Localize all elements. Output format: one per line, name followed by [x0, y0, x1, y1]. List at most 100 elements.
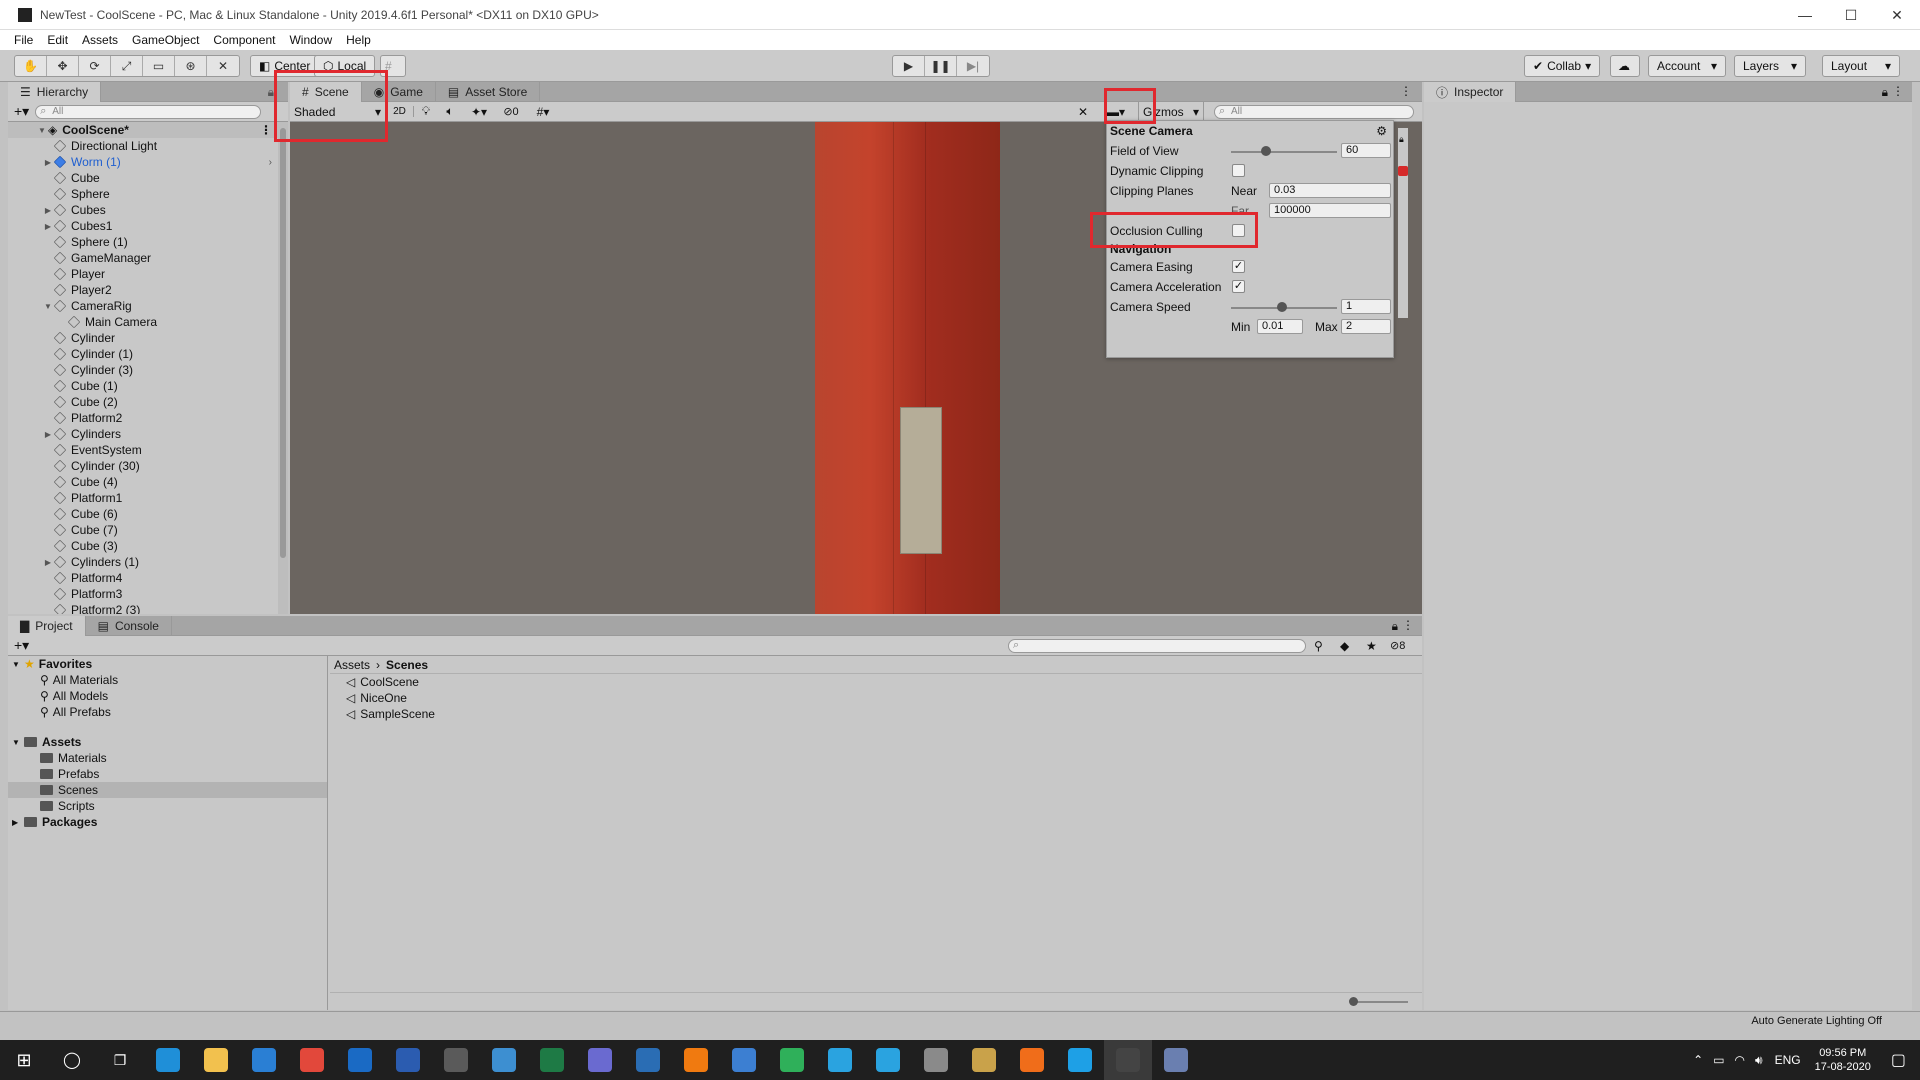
kebab-menu-icon[interactable]: ⋮ — [1400, 84, 1412, 98]
field-of-view-input[interactable]: 60 — [1341, 143, 1391, 158]
icon-size-slider-knob[interactable] — [1349, 997, 1358, 1006]
hierarchy-item[interactable]: Cube (3) — [8, 538, 278, 554]
wifi-icon[interactable]: ◠ — [1735, 1053, 1745, 1067]
hierarchy-item[interactable]: Sphere — [8, 186, 278, 202]
hierarchy-item[interactable]: Platform4 — [8, 570, 278, 586]
kebab-menu-icon[interactable]: ⋮ — [1892, 84, 1904, 98]
hierarchy-item[interactable]: Player2 — [8, 282, 278, 298]
taskbar-app-button[interactable] — [1056, 1040, 1104, 1080]
far-clip-input[interactable]: 100000 — [1269, 203, 1391, 218]
grid-dropdown-icon[interactable]: #▾ — [526, 105, 560, 119]
taskbar-app-button[interactable] — [384, 1040, 432, 1080]
layout-dropdown[interactable]: Layout ▾ — [1822, 55, 1900, 77]
filter-by-label-icon[interactable]: ◆ — [1340, 639, 1349, 653]
taskbar-app-button[interactable] — [240, 1040, 288, 1080]
taskbar-app-button[interactable] — [144, 1040, 192, 1080]
add-button[interactable]: +▾ — [14, 103, 29, 120]
camera-settings-icon[interactable]: ▬▾ — [1102, 105, 1130, 119]
menu-help[interactable]: Help — [346, 33, 371, 47]
hand-tool-icon[interactable]: ✋ — [15, 56, 47, 76]
hierarchy-item[interactable]: Cube (6) — [8, 506, 278, 522]
filter-by-type-icon[interactable]: ⚲ — [1314, 639, 1323, 653]
tab-hierarchy[interactable]: ☰ Hierarchy — [8, 82, 102, 102]
taskbar-app-button[interactable] — [192, 1040, 240, 1080]
maximize-button[interactable]: ☐ — [1828, 0, 1874, 30]
hierarchy-item[interactable]: ▶ Worm (1) › — [8, 154, 278, 170]
scene-file[interactable]: ◁ CoolScene — [330, 674, 1422, 690]
favorite-star-icon[interactable]: ★ — [1366, 639, 1377, 653]
max-speed-input[interactable]: 2 — [1341, 319, 1391, 334]
effects-dropdown-icon[interactable]: ✦▾ — [462, 105, 496, 119]
start-button[interactable]: ⊞ — [0, 1040, 48, 1080]
kebab-menu-icon[interactable]: ⋮ — [260, 123, 272, 137]
expand-arrow-icon[interactable]: ▶ — [42, 222, 54, 231]
hierarchy-item[interactable]: Cube (7) — [8, 522, 278, 538]
snap-grid-button[interactable]: # — [380, 55, 406, 77]
scene-file[interactable]: ◁ NiceOne — [330, 690, 1422, 706]
dynamic-clipping-checkbox[interactable] — [1232, 164, 1245, 177]
taskbar-app-button[interactable] — [288, 1040, 336, 1080]
tab-game[interactable]: ◉ Game — [362, 82, 436, 102]
menu-edit[interactable]: Edit — [47, 33, 68, 47]
project-search-input[interactable] — [1008, 639, 1306, 653]
hierarchy-item[interactable]: ▶ Cylinders — [8, 426, 278, 442]
step-button[interactable]: ▶| — [957, 56, 989, 76]
favorite-item[interactable]: ⚲ All Models — [8, 688, 327, 704]
scale-tool-icon[interactable]: ⤢ — [111, 56, 143, 76]
hierarchy-search-input[interactable]: All — [35, 104, 262, 119]
2d-toggle[interactable]: 2D — [386, 106, 414, 117]
search-button[interactable]: ◯ — [48, 1040, 96, 1080]
minimize-button[interactable]: — — [1782, 0, 1828, 30]
hierarchy-item[interactable]: Cylinder — [8, 330, 278, 346]
hierarchy-item[interactable]: Cylinder (3) — [8, 362, 278, 378]
camera-speed-slider-knob[interactable] — [1276, 302, 1287, 312]
hierarchy-item[interactable]: Cube — [8, 170, 278, 186]
hierarchy-item[interactable]: Sphere (1) — [8, 234, 278, 250]
taskbar-app-button[interactable] — [1104, 1040, 1152, 1080]
expand-arrow-icon[interactable]: ▼ — [12, 738, 24, 747]
hierarchy-item[interactable]: Main Camera — [8, 314, 278, 330]
tab-scene[interactable]: # Scene — [290, 82, 362, 102]
volume-icon[interactable]: 🔊︎ — [1755, 1053, 1763, 1068]
camera-easing-checkbox[interactable]: ✓ — [1232, 260, 1245, 273]
hierarchy-item[interactable]: Platform1 — [8, 490, 278, 506]
folder-item-selected[interactable]: Scenes — [8, 782, 327, 798]
scene-search-input[interactable]: All — [1214, 105, 1414, 119]
near-clip-input[interactable]: 0.03 — [1269, 183, 1391, 198]
gear-icon[interactable]: ⚙ — [1376, 124, 1387, 138]
move-tool-icon[interactable]: ✥ — [47, 56, 79, 76]
camera-speed-input[interactable]: 1 — [1341, 299, 1391, 314]
hierarchy-item[interactable]: Cube (2) — [8, 394, 278, 410]
taskbar-app-button[interactable] — [528, 1040, 576, 1080]
close-overlay-icon[interactable] — [1398, 166, 1408, 176]
account-dropdown[interactable]: Account ▾ — [1648, 55, 1726, 77]
show-hidden-icons[interactable]: ⌃ — [1693, 1053, 1703, 1067]
hierarchy-item[interactable]: Platform2 — [8, 410, 278, 426]
hierarchy-item[interactable]: Platform3 — [8, 586, 278, 602]
tools-icon[interactable]: ✕ — [1078, 105, 1088, 119]
language-indicator[interactable]: ENG — [1775, 1053, 1801, 1067]
breadcrumb-scenes[interactable]: Scenes — [386, 658, 428, 672]
expand-arrow-icon[interactable]: ▼ — [12, 660, 24, 669]
hierarchy-item[interactable]: ▶ Cubes1 — [8, 218, 278, 234]
lock-icon[interactable]: 🔒︎ — [1392, 619, 1398, 634]
field-of-view-slider[interactable] — [1231, 151, 1337, 153]
hierarchy-item[interactable]: ▶ Cubes — [8, 202, 278, 218]
assets-node[interactable]: ▼ Assets — [8, 734, 327, 750]
packages-node[interactable]: ▶ Packages — [8, 814, 327, 830]
play-button[interactable]: ▶ — [893, 56, 925, 76]
taskbar-app-button[interactable] — [768, 1040, 816, 1080]
icon-size-slider[interactable] — [1352, 1001, 1408, 1003]
lighting-toggle-icon[interactable]: 💡︎ — [414, 104, 438, 119]
folder-item[interactable]: Materials — [8, 750, 327, 766]
scene-file[interactable]: ◁ SampleScene — [330, 706, 1422, 722]
favorite-item[interactable]: ⚲ All Materials — [8, 672, 327, 688]
taskbar-app-button[interactable] — [1008, 1040, 1056, 1080]
taskbar-app-button[interactable] — [576, 1040, 624, 1080]
favorite-item[interactable]: ⚲ All Prefabs — [8, 704, 327, 720]
task-view-button[interactable]: ❐ — [96, 1040, 144, 1080]
hierarchy-item[interactable]: Cube (4) — [8, 474, 278, 490]
breadcrumb-assets[interactable]: Assets — [334, 658, 370, 672]
prefab-open-arrow-icon[interactable]: › — [269, 157, 272, 168]
taskbar-app-button[interactable] — [1152, 1040, 1200, 1080]
